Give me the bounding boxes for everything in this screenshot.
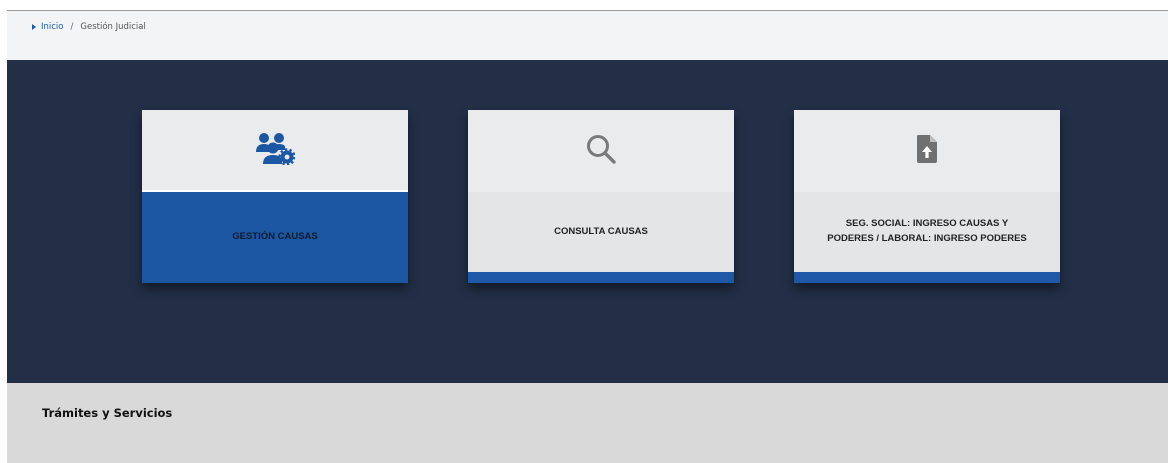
breadcrumb-home-link[interactable]: Inicio	[41, 22, 64, 32]
card-icon-area	[468, 110, 734, 192]
breadcrumb: Inicio / Gestión Judicial	[32, 22, 146, 32]
breadcrumb-current: Gestión Judicial	[80, 22, 146, 32]
card-consulta-causas[interactable]: CONSULTA CAUSAS	[468, 110, 734, 283]
users-gear-icon	[255, 131, 296, 170]
card-seg-social[interactable]: SEG. SOCIAL: INGRESO CAUSAS Y PODERES / …	[794, 110, 1060, 283]
breadcrumb-separator: /	[70, 22, 74, 32]
card-gestion-causas[interactable]: GESTIÓN CAUSAS	[142, 110, 408, 283]
hero-section: GESTIÓN CAUSAS CONSULTA CAUSAS SEG. SOCI…	[7, 60, 1168, 383]
card-label: SEG. SOCIAL: INGRESO CAUSAS Y PODERES / …	[794, 192, 1060, 272]
card-label: CONSULTA CAUSAS	[468, 192, 734, 272]
search-icon	[585, 133, 617, 170]
card-label: GESTIÓN CAUSAS	[142, 192, 408, 283]
breadcrumb-bar: Inicio / Gestión Judicial	[7, 11, 1168, 60]
services-title: Trámites y Servicios	[42, 406, 173, 420]
file-upload-icon	[915, 134, 939, 169]
caret-right-icon	[32, 24, 36, 30]
services-section: Trámites y Servicios	[7, 383, 1168, 463]
card-icon-area	[142, 110, 408, 192]
card-accent-bar	[468, 272, 734, 283]
page: Inicio / Gestión Judicial GESTIÓN CAUSAS…	[7, 10, 1168, 463]
card-icon-area	[794, 110, 1060, 192]
card-accent-bar	[794, 272, 1060, 283]
